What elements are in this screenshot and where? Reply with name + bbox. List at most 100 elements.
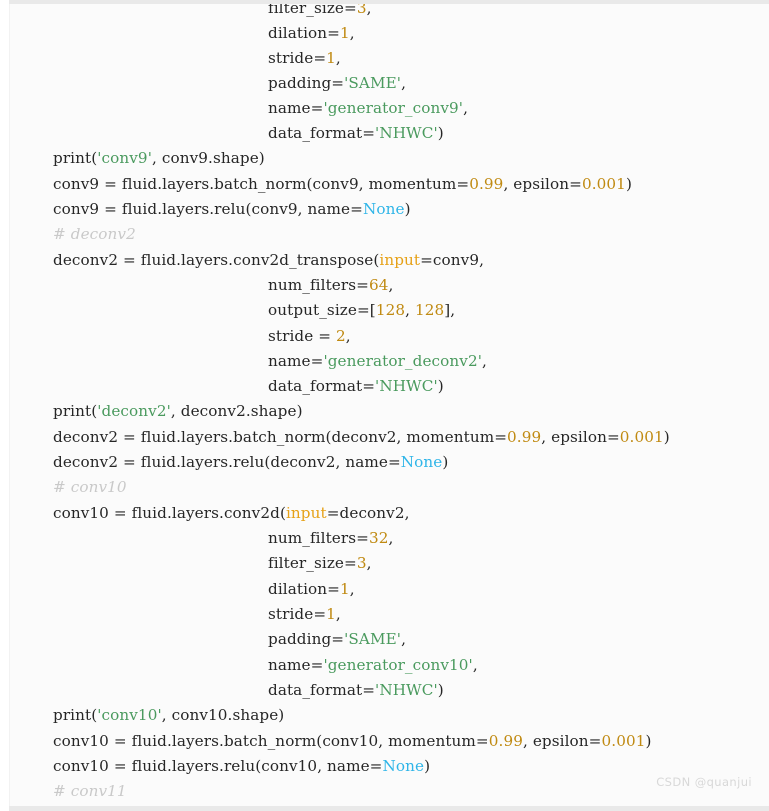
code-line: print('conv10', conv10.shape)	[53, 703, 284, 728]
code-token-punc: ,	[335, 49, 341, 67]
code-token-plain: conv10 = fluid.layers.conv2d(	[53, 504, 286, 522]
left-page-gutter	[0, 0, 9, 811]
code-token-plain: data_format=	[268, 377, 376, 395]
code-block[interactable]: filter_size=3, dilation=1, stride=1, paddin…	[0, 0, 769, 811]
code-token-plain: data_format=	[268, 124, 376, 142]
code-token-num: 0.001	[601, 732, 646, 750]
code-token-plain: =conv9,	[420, 251, 485, 269]
code-token-punc: ,	[388, 276, 394, 294]
code-token-none: None	[362, 200, 405, 218]
code-token-plain: , epsilon=	[522, 732, 602, 750]
code-token-num: 0.99	[507, 428, 542, 446]
code-token-plain: dilation=	[268, 580, 341, 598]
code-token-str: 'deconv2'	[97, 402, 171, 420]
code-token-str: 'NHWC'	[375, 124, 438, 142]
code-token-plain: conv9 = fluid.layers.batch_norm(conv9, m…	[53, 175, 470, 193]
code-token-punc: ,	[472, 656, 478, 674]
code-token-num: 1	[326, 605, 336, 623]
code-token-punc: ,	[401, 74, 407, 92]
code-line: num_filters=64,	[268, 273, 393, 298]
code-token-plain: stride =	[268, 327, 337, 345]
code-token-plain: print(	[53, 402, 98, 420]
code-token-plain: padding=	[268, 630, 345, 648]
code-line: deconv2 = fluid.layers.batch_norm(deconv…	[53, 425, 670, 450]
code-token-str: 'generator_conv9'	[323, 99, 464, 117]
code-token-punc: )	[424, 757, 431, 775]
code-token-plain: conv10 = fluid.layers.batch_norm(conv10,…	[53, 732, 489, 750]
code-line: padding='SAME',	[268, 627, 406, 652]
code-token-num: 0.99	[469, 175, 504, 193]
code-token-punc: ,	[481, 352, 487, 370]
code-line: num_filters=32,	[268, 526, 393, 551]
csdn-watermark: CSDN @quanjui	[656, 775, 752, 789]
code-token-punc: ,	[335, 605, 341, 623]
code-token-str: 'SAME'	[344, 74, 402, 92]
code-line: conv10 = fluid.layers.conv2d(input=decon…	[53, 501, 410, 526]
code-line: name='generator_conv9',	[268, 96, 468, 121]
code-line: # conv11	[53, 779, 127, 804]
code-token-plain: name=	[268, 99, 324, 117]
code-line: name='generator_conv10',	[268, 653, 478, 678]
code-line: conv9 = fluid.layers.relu(conv9, name=No…	[53, 197, 411, 222]
code-token-kwarg: input	[379, 251, 421, 269]
code-line: deconv2 = fluid.layers.relu(deconv2, nam…	[53, 450, 448, 475]
code-line: data_format='NHWC')	[268, 374, 444, 399]
code-line: dilation=1,	[268, 21, 355, 46]
code-token-punc: ,	[366, 554, 372, 572]
code-token-num: 64	[368, 276, 389, 294]
code-token-punc: )	[404, 200, 411, 218]
code-line: stride=1,	[268, 602, 341, 627]
code-block-top-edge	[9, 0, 769, 4]
code-token-punc: ,	[405, 301, 415, 319]
code-token-punc: ,	[345, 327, 351, 345]
code-token-plain: , deconv2.shape)	[170, 402, 303, 420]
code-token-punc: ,	[349, 24, 355, 42]
code-token-plain: stride=	[268, 605, 327, 623]
code-token-punc: )	[437, 377, 444, 395]
code-token-plain: num_filters=	[268, 276, 369, 294]
code-token-plain: , conv9.shape)	[151, 149, 265, 167]
code-token-plain: , epsilon=	[541, 428, 620, 446]
code-line: conv10 = fluid.layers.relu(conv10, name=…	[53, 754, 430, 779]
code-token-str: 'generator_deconv2'	[323, 352, 482, 370]
code-token-plain: , conv10.shape)	[161, 706, 285, 724]
code-line: deconv2 = fluid.layers.conv2d_transpose(…	[53, 248, 484, 273]
code-token-comment: # conv10	[53, 478, 127, 496]
gutter-divider	[9, 0, 10, 811]
code-token-none: None	[382, 757, 425, 775]
code-token-str: 'conv10'	[97, 706, 162, 724]
code-token-str: 'NHWC'	[375, 681, 438, 699]
code-token-plain: name=	[268, 656, 324, 674]
code-token-punc: ],	[444, 301, 456, 319]
code-token-punc: ,	[463, 99, 469, 117]
code-token-plain: conv10 = fluid.layers.relu(conv10, name=	[53, 757, 383, 775]
code-token-num: 128	[414, 301, 445, 319]
code-token-plain: deconv2 = fluid.layers.relu(deconv2, nam…	[53, 453, 401, 471]
code-line: data_format='NHWC')	[268, 121, 444, 146]
code-line: conv10 = fluid.layers.batch_norm(conv10,…	[53, 729, 652, 754]
code-token-plain: conv9 = fluid.layers.relu(conv9, name=	[53, 200, 363, 218]
code-token-punc: ,	[388, 529, 394, 547]
code-token-punc: ,	[401, 630, 407, 648]
code-token-str: 'SAME'	[344, 630, 402, 648]
code-token-punc: )	[442, 453, 449, 471]
code-line: stride = 2,	[268, 324, 351, 349]
code-token-plain: filter_size=	[268, 554, 357, 572]
code-token-punc: ,	[349, 580, 355, 598]
code-line: # deconv2	[53, 222, 136, 247]
code-line: # conv10	[53, 475, 127, 500]
code-token-num: 0.001	[619, 428, 664, 446]
code-line: filter_size=3,	[268, 551, 372, 576]
code-token-plain: data_format=	[268, 681, 376, 699]
code-block-bottom-edge	[9, 806, 769, 811]
code-token-num: 1	[326, 49, 336, 67]
code-token-punc: )	[625, 175, 632, 193]
code-token-num: 128	[375, 301, 406, 319]
code-token-num: 0.001	[581, 175, 626, 193]
code-token-plain: deconv2 = fluid.layers.conv2d_transpose(	[53, 251, 380, 269]
code-line: print('conv9', conv9.shape)	[53, 146, 265, 171]
code-token-plain: print(	[53, 706, 98, 724]
code-token-num: 32	[368, 529, 389, 547]
code-token-plain: , epsilon=	[503, 175, 582, 193]
code-token-num: 1	[340, 24, 350, 42]
